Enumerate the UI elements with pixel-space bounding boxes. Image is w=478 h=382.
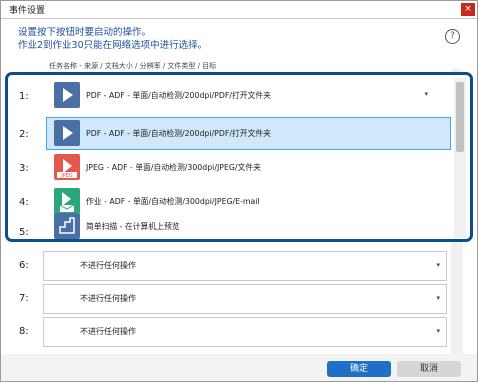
job-row: 6: 不进行任何操作 ▾ xyxy=(11,249,451,283)
dropdown-item-selected[interactable]: 2: PDF - ADF - 单面/自动检测/200dpi/PDF/打开文件夹 xyxy=(8,117,448,151)
pdf-icon xyxy=(54,120,80,146)
item-label: PDF - ADF - 单面/自动检测/200dpi/PDF/打开文件夹 xyxy=(86,91,271,100)
close-icon[interactable]: × xyxy=(461,3,475,16)
chevron-down-icon[interactable]: ▾ xyxy=(436,294,440,302)
chevron-down-icon[interactable]: ▾ xyxy=(436,327,440,335)
row-number: 8: xyxy=(19,326,29,337)
row-number: 6: xyxy=(19,260,29,271)
svg-text:JPEG: JPEG xyxy=(60,173,73,179)
dialog-footer: 确定 取消 xyxy=(1,354,477,381)
scan-icon xyxy=(54,213,80,239)
item-label: JPEG - ADF - 单面/自动检测/300dpi/JPEG/文件夹 xyxy=(86,163,261,172)
dropdown-item[interactable]: 1: PDF - ADF - 单面/自动检测/200dpi/PDF/打开文件夹 … xyxy=(8,79,448,113)
job-select-value: 不进行任何操作 xyxy=(80,327,136,336)
item-label: PDF - ADF - 单面/自动检测/200dpi/PDF/打开文件夹 xyxy=(86,129,271,138)
help-icon[interactable]: ? xyxy=(445,29,460,44)
event-settings-window: 事件设置 × 设置按下按钮时要启动的操作。 作业2到作业30只能在网络选项中进行… xyxy=(0,0,478,382)
chevron-down-icon[interactable]: ▾ xyxy=(436,261,440,269)
jpeg-icon: JPEG xyxy=(54,154,80,180)
job-row: 7: 不进行任何操作 ▾ xyxy=(11,282,451,316)
job-row: 8: 不进行任何操作 ▾ xyxy=(11,315,451,349)
item-number: 5: xyxy=(19,227,29,238)
row-number: 7: xyxy=(19,293,29,304)
item-number: 3: xyxy=(19,163,29,174)
chevron-down-icon[interactable]: ▾ xyxy=(424,90,428,98)
dropdown-scrollbar-thumb[interactable] xyxy=(456,82,464,152)
window-title: 事件设置 xyxy=(9,6,46,16)
ok-button[interactable]: 确定 xyxy=(327,361,391,377)
job-dropdown-list: 1: PDF - ADF - 单面/自动检测/200dpi/PDF/打开文件夹 … xyxy=(5,72,473,242)
item-number: 2: xyxy=(19,129,29,140)
instruction-line-2: 作业2到作业30只能在网络选项中进行选择。 xyxy=(18,40,208,51)
item-label: 作业 - ADF - 单面/自动检测/300dpi/JPEG/E-mail xyxy=(86,197,260,206)
pdf-icon xyxy=(54,82,80,108)
dropdown-item[interactable]: 5: 简单扫描 - 在计算机上预览 xyxy=(8,209,448,243)
job-select[interactable]: 不进行任何操作 ▾ xyxy=(43,317,447,347)
job-select[interactable]: 不进行任何操作 ▾ xyxy=(43,284,447,314)
dropdown-item[interactable]: 3: JPEG JPEG - ADF - 单面/自动检测/300dpi/JPEG… xyxy=(8,151,448,185)
job-select-value: 不进行任何操作 xyxy=(80,294,136,303)
dropdown-scrollbar[interactable] xyxy=(454,78,466,238)
item-number: 4: xyxy=(19,197,29,208)
item-label: 简单扫描 - 在计算机上预览 xyxy=(86,222,180,231)
instruction-line-1: 设置按下按钮时要启动的操作。 xyxy=(18,27,152,38)
cancel-button[interactable]: 取消 xyxy=(397,361,461,377)
title-bar: 事件设置 × xyxy=(1,1,477,19)
job-select[interactable]: 不进行任何操作 ▾ xyxy=(43,251,447,281)
job-select-value: 不进行任何操作 xyxy=(80,261,136,270)
item-number: 1: xyxy=(19,91,29,102)
instructions: 设置按下按钮时要启动的操作。 作业2到作业30只能在网络选项中进行选择。 xyxy=(18,26,207,52)
